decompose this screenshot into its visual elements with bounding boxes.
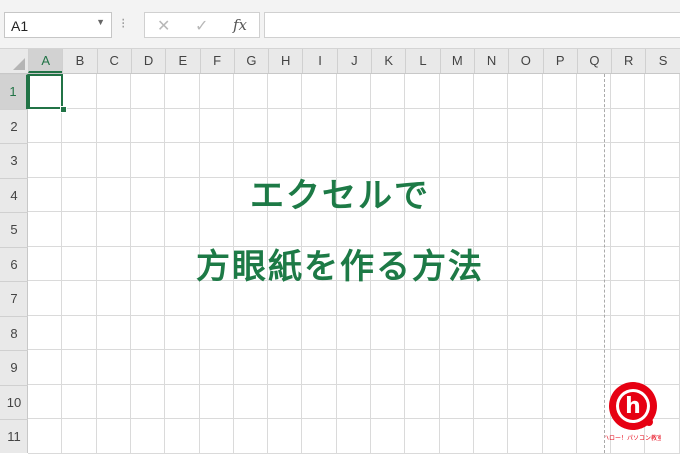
gridline-horizontal: [28, 383, 680, 385]
column-header-d[interactable]: D: [130, 49, 165, 73]
active-cell[interactable]: [28, 74, 63, 109]
title-line-2: 方眼紙を作る方法: [196, 247, 484, 287]
column-header-r[interactable]: R: [611, 49, 645, 73]
hello-pc-logo: h ハロー！パソコン教室: [603, 380, 663, 442]
logo-letter: h: [625, 394, 641, 419]
column-header-e[interactable]: E: [165, 49, 199, 73]
chevron-down-icon[interactable]: ▼: [96, 17, 105, 27]
cancel-icon[interactable]: ✕: [157, 16, 170, 36]
select-all-icon: [13, 58, 25, 70]
gridline-horizontal: [28, 314, 680, 316]
row-header-11[interactable]: 11: [0, 419, 28, 454]
row-header-10[interactable]: 10: [0, 384, 28, 420]
drag-handle-icon[interactable]: ⁝: [121, 16, 125, 30]
column-header-k[interactable]: K: [371, 49, 405, 73]
row-header-1[interactable]: 1: [0, 74, 28, 109]
column-header-i[interactable]: I: [302, 49, 336, 73]
column-header-h[interactable]: H: [268, 49, 302, 73]
formula-actions: ✕ ✓ fx: [144, 12, 260, 38]
insert-function-button[interactable]: fx: [233, 16, 247, 34]
column-header-c[interactable]: C: [96, 49, 131, 73]
row-header-8[interactable]: 8: [0, 315, 28, 351]
logo-caption: ハロー！パソコン教室: [605, 434, 661, 442]
column-header-s[interactable]: S: [645, 49, 679, 73]
title-line-1: エクセルで: [250, 176, 430, 216]
name-box-value: A1: [11, 18, 29, 34]
gridline-horizontal: [28, 107, 680, 109]
column-header-g[interactable]: G: [233, 49, 268, 73]
column-header-j[interactable]: J: [336, 49, 371, 73]
gridline-horizontal: [28, 142, 680, 143]
column-header-o[interactable]: O: [508, 49, 542, 73]
formula-bar: A1 ▼ ⁝ ✕ ✓ fx: [0, 0, 680, 49]
fill-handle[interactable]: [60, 106, 67, 113]
column-header-row: ABCDEFGHIJKLMNOPQRS: [0, 49, 680, 74]
check-icon[interactable]: ✓: [195, 16, 208, 36]
column-header-n[interactable]: N: [473, 49, 508, 73]
column-header-a[interactable]: A: [28, 49, 63, 73]
column-header-f[interactable]: F: [199, 49, 234, 73]
gridline-horizontal: [28, 349, 680, 350]
gridline-horizontal: [28, 418, 680, 419]
column-header-q[interactable]: Q: [576, 49, 611, 73]
row-header-2[interactable]: 2: [0, 108, 28, 144]
column-header-m[interactable]: M: [439, 49, 474, 73]
column-header-p[interactable]: P: [542, 49, 577, 73]
column-header-b[interactable]: B: [62, 49, 96, 73]
column-header-l[interactable]: L: [405, 49, 439, 73]
name-box[interactable]: A1 ▼: [4, 12, 112, 38]
select-all-button[interactable]: [0, 49, 28, 73]
row-header-9[interactable]: 9: [0, 350, 28, 385]
formula-input[interactable]: [264, 12, 680, 38]
